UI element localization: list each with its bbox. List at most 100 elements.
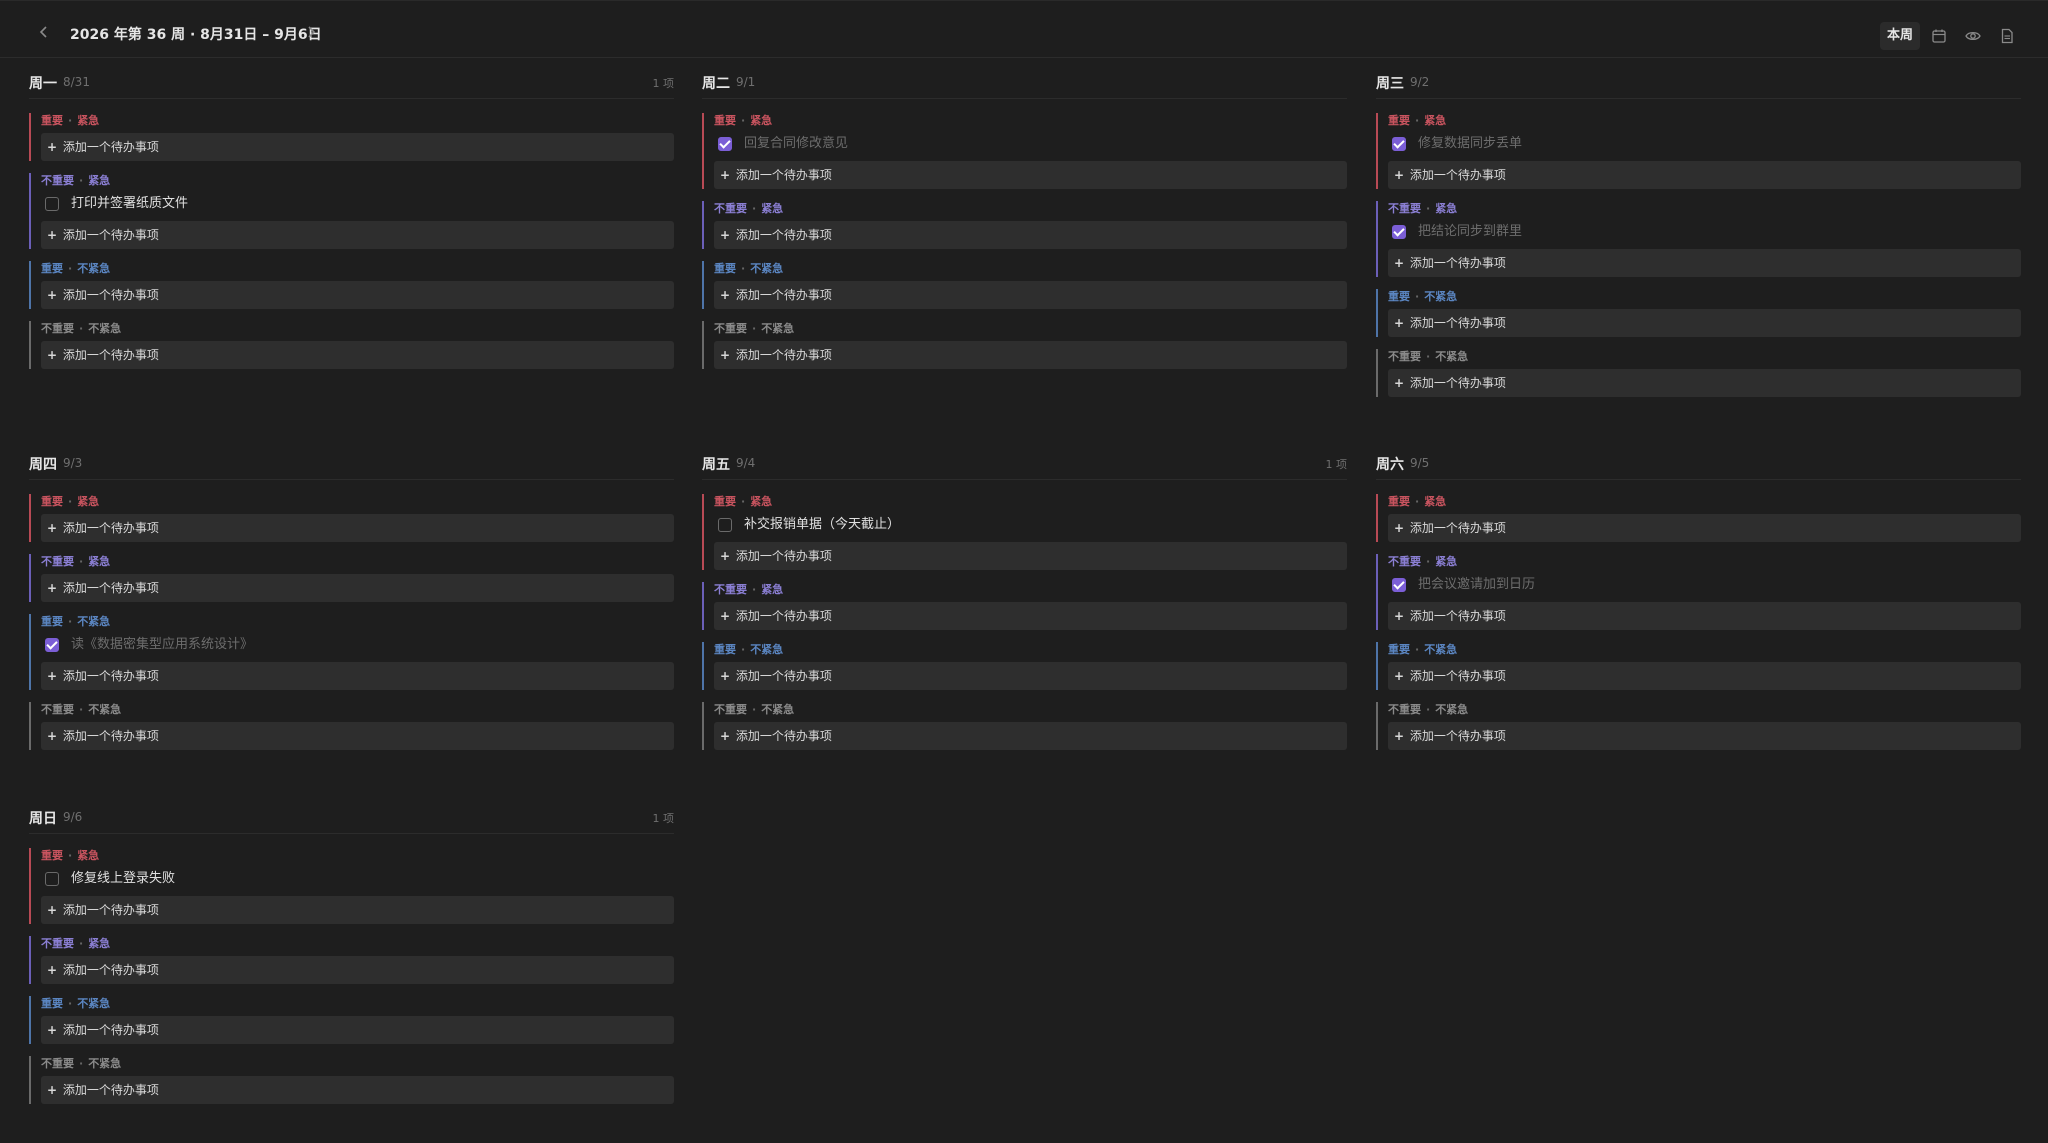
quadrant-q4: 不重要 · 不紧急 + 添加一个待办事项: [29, 702, 674, 750]
add-todo-button[interactable]: + 添加一个待办事项: [41, 281, 674, 309]
add-todo-button[interactable]: + 添加一个待办事项: [41, 574, 674, 602]
task-text[interactable]: 读《数据密集型应用系统设计》: [71, 637, 253, 652]
task-text[interactable]: 把会议邀请加到日历: [1418, 577, 1535, 592]
day-column: 周一 8/31 1 项 重要 · 紧急 + 添加一个待办事项 不重要 · 紧急 打印并签…: [29, 67, 674, 369]
add-todo-button[interactable]: + 添加一个待办事项: [1388, 249, 2021, 277]
quadrant-q3: 重要 · 不紧急 + 添加一个待办事项: [702, 642, 1347, 690]
add-todo-label: 添加一个待办事项: [1409, 376, 1506, 390]
quadrant-label: 重要 · 紧急: [41, 849, 100, 862]
task-item: 打印并签署纸质文件: [41, 191, 674, 217]
quadrant-label: 不重要 · 紧急: [41, 555, 111, 568]
add-todo-button[interactable]: + 添加一个待办事项: [41, 896, 674, 924]
add-todo-button[interactable]: + 添加一个待办事项: [1388, 722, 2021, 750]
quadrant-q4: 不重要 · 不紧急 + 添加一个待办事项: [1376, 702, 2021, 750]
view-toggle-button[interactable]: [1962, 25, 1984, 47]
quadrant-q2: 不重要 · 紧急 把结论同步到群里 + 添加一个待办事项: [1376, 201, 2021, 277]
task-text[interactable]: 回复合同修改意见: [744, 136, 848, 151]
day-header: 周二 9/1: [702, 67, 1347, 99]
task-checkbox[interactable]: [45, 872, 59, 886]
add-todo-button[interactable]: + 添加一个待办事项: [41, 1076, 674, 1104]
task-checkbox[interactable]: [1392, 137, 1406, 151]
task-item: 把结论同步到群里: [1388, 219, 2021, 245]
this-week-button[interactable]: 本周: [1880, 22, 1920, 50]
calendar-icon: [1932, 29, 1946, 43]
plus-icon: +: [720, 729, 731, 743]
day-date: 9/4: [736, 456, 756, 470]
add-todo-label: 添加一个待办事项: [62, 581, 159, 595]
quadrant-q3: 重要 · 不紧急 + 添加一个待办事项: [29, 261, 674, 309]
document-button[interactable]: [1996, 25, 2018, 47]
day-header: 周三 9/2: [1376, 67, 2021, 99]
task-checkbox[interactable]: [45, 638, 59, 652]
quadrant-label: 不重要 · 不紧急: [1388, 350, 1469, 363]
add-todo-button[interactable]: + 添加一个待办事项: [1388, 602, 2021, 630]
add-todo-label: 添加一个待办事项: [62, 348, 159, 362]
plus-icon: +: [720, 168, 731, 182]
add-todo-button[interactable]: + 添加一个待办事项: [714, 542, 1347, 570]
task-text[interactable]: 打印并签署纸质文件: [71, 196, 188, 211]
add-todo-button[interactable]: + 添加一个待办事项: [41, 956, 674, 984]
add-todo-button[interactable]: + 添加一个待办事项: [41, 221, 674, 249]
add-todo-button[interactable]: + 添加一个待办事项: [41, 722, 674, 750]
day-name: 周六: [1376, 457, 1404, 473]
add-todo-button[interactable]: + 添加一个待办事项: [714, 221, 1347, 249]
task-item: 读《数据密集型应用系统设计》: [41, 632, 674, 658]
quadrant-label: 重要 · 不紧急: [1388, 290, 1458, 303]
day-column: 周四 9/3 重要 · 紧急 + 添加一个待办事项 不重要 · 紧急 + 添加一个待办事…: [29, 448, 674, 750]
quadrant-q1: 重要 · 紧急 + 添加一个待办事项: [29, 113, 674, 161]
plus-icon: +: [47, 963, 58, 977]
quadrant-label: 重要 · 不紧急: [1388, 643, 1458, 656]
day-header: 周日 9/6 1 项: [29, 802, 674, 834]
quadrant-q1: 重要 · 紧急 回复合同修改意见 + 添加一个待办事项: [702, 113, 1347, 189]
task-item: 回复合同修改意见: [714, 131, 1347, 157]
task-item: 修复数据同步丢单: [1388, 131, 2021, 157]
quadrant-q1: 重要 · 紧急 + 添加一个待办事项: [29, 494, 674, 542]
add-todo-button[interactable]: + 添加一个待办事项: [1388, 161, 2021, 189]
task-text[interactable]: 补交报销单据（今天截止）: [744, 517, 900, 532]
calendar-button[interactable]: [1928, 25, 1950, 47]
next-week-button[interactable]: [301, 23, 321, 43]
add-todo-button[interactable]: + 添加一个待办事项: [1388, 514, 2021, 542]
quadrant-label: 重要 · 不紧急: [714, 262, 784, 275]
add-todo-button[interactable]: + 添加一个待办事项: [41, 1016, 674, 1044]
add-todo-label: 添加一个待办事项: [1409, 669, 1506, 683]
quadrant-label: 不重要 · 不紧急: [41, 322, 122, 335]
add-todo-button[interactable]: + 添加一个待办事项: [41, 514, 674, 542]
add-todo-button[interactable]: + 添加一个待办事项: [41, 341, 674, 369]
quadrant-label: 重要 · 不紧急: [41, 997, 111, 1010]
task-checkbox[interactable]: [1392, 578, 1406, 592]
add-todo-button[interactable]: + 添加一个待办事项: [714, 161, 1347, 189]
add-todo-button[interactable]: + 添加一个待办事项: [714, 602, 1347, 630]
day-header: 周四 9/3: [29, 448, 674, 480]
plus-icon: +: [720, 549, 731, 563]
task-checkbox[interactable]: [1392, 225, 1406, 239]
plus-icon: +: [47, 140, 58, 154]
add-todo-label: 添加一个待办事项: [735, 348, 832, 362]
quadrant-q2: 不重要 · 紧急 把会议邀请加到日历 + 添加一个待办事项: [1376, 554, 2021, 630]
add-todo-button[interactable]: + 添加一个待办事项: [41, 133, 674, 161]
add-todo-label: 添加一个待办事项: [735, 288, 832, 302]
task-checkbox[interactable]: [718, 137, 732, 151]
add-todo-button[interactable]: + 添加一个待办事项: [41, 662, 674, 690]
add-todo-label: 添加一个待办事项: [1409, 316, 1506, 330]
document-icon: [2001, 28, 2013, 44]
plus-icon: +: [47, 1083, 58, 1097]
add-todo-button[interactable]: + 添加一个待办事项: [1388, 369, 2021, 397]
task-text[interactable]: 修复线上登录失败: [71, 871, 175, 886]
add-todo-label: 添加一个待办事项: [735, 729, 832, 743]
prev-week-button[interactable]: [34, 23, 54, 43]
add-todo-button[interactable]: + 添加一个待办事项: [1388, 309, 2021, 337]
add-todo-button[interactable]: + 添加一个待办事项: [1388, 662, 2021, 690]
task-text[interactable]: 把结论同步到群里: [1418, 224, 1522, 239]
plus-icon: +: [1394, 669, 1405, 683]
add-todo-button[interactable]: + 添加一个待办事项: [714, 662, 1347, 690]
chevron-left-icon: [39, 26, 47, 38]
task-text[interactable]: 修复数据同步丢单: [1418, 136, 1522, 151]
task-checkbox[interactable]: [45, 197, 59, 211]
plus-icon: +: [720, 609, 731, 623]
task-checkbox[interactable]: [718, 518, 732, 532]
add-todo-button[interactable]: + 添加一个待办事项: [714, 281, 1347, 309]
quadrant-label: 重要 · 不紧急: [41, 262, 111, 275]
add-todo-button[interactable]: + 添加一个待办事项: [714, 341, 1347, 369]
add-todo-button[interactable]: + 添加一个待办事项: [714, 722, 1347, 750]
